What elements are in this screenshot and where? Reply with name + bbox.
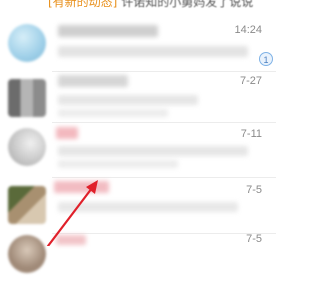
contact-name [58,75,128,87]
chat-row[interactable]: 7-27 [0,65,276,123]
message-preview [58,202,238,212]
avatar [8,128,46,166]
avatar [8,186,46,224]
chat-row[interactable]: 7-5 [0,230,276,288]
contact-name [56,127,78,139]
avatar [8,79,46,117]
message-time: 7-5 [246,184,262,196]
message-preview-line2 [58,109,168,117]
message-time: 14:24 [234,24,262,36]
message-time: 7-11 [240,128,262,140]
avatar [8,235,46,273]
snippet-tag: [有新的动态] [48,0,118,9]
snippet-text: 许诺知的小舅妈发了说说 [117,0,254,9]
message-preview [58,146,248,156]
message-preview [58,46,248,57]
contact-name [58,25,158,37]
chat-snippet: [有新的动态] 许诺知的小舅妈发了说说 [48,0,268,10]
contact-name [54,181,109,193]
contact-name [56,235,86,245]
message-preview-line2 [58,160,178,168]
message-preview [58,95,198,105]
message-time: 7-27 [239,75,262,87]
chat-row[interactable]: 14:24 1 [0,14,276,72]
message-time: 7-5 [246,233,262,245]
chat-row[interactable]: 7-5 [0,176,276,234]
chat-row[interactable]: 7-11 [0,120,276,178]
avatar [8,24,46,62]
unread-badge: 1 [259,52,273,66]
